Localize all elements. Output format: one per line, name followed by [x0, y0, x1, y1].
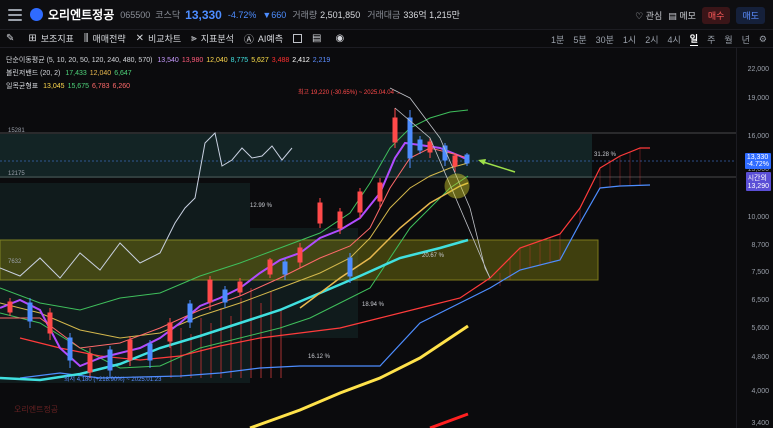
amount-label: 거래대금: [367, 10, 401, 20]
settings-icon[interactable]: ⚙: [759, 34, 767, 45]
volume-label: 거래량: [292, 10, 318, 20]
timeframe-6[interactable]: 일: [689, 32, 699, 46]
compare-label: 비교차트: [148, 34, 182, 44]
axis-tick: 6,500: [751, 297, 769, 304]
price-axis: 22,000 19,000 16,000 13,000 10,000 8,700 7,500…: [736, 48, 773, 428]
stock-price: 13,330: [185, 7, 222, 22]
cross-arrows-icon: ✕: [135, 33, 145, 44]
ai-label: AI예측: [257, 34, 283, 44]
level-label-15281: 15281: [8, 128, 25, 134]
stock-logo: [30, 8, 43, 21]
axis-tick: 4,800: [751, 354, 769, 361]
analysis-label: 지표분석: [200, 34, 234, 44]
memo-button[interactable]: ▤ 메모: [668, 9, 696, 22]
current-price-tag: 13,330 -4.72%: [744, 153, 771, 169]
watermark: 오리엔트정공: [14, 404, 58, 414]
interest-button[interactable]: ♡ 관심: [635, 9, 662, 22]
strategy-label: 매매전략: [92, 34, 126, 44]
analysis-button[interactable]: ⫸ 지표분석: [191, 32, 234, 45]
after-hours-label: 시간외: [747, 175, 767, 182]
axis-tick: 8,700: [751, 242, 769, 249]
volume-value: 2,501,850: [320, 9, 361, 20]
current-price-value: 13,330: [746, 154, 769, 161]
timeframe-2[interactable]: 30분: [596, 33, 614, 46]
price-chart[interactable]: 최고 19,220 (-30.65%) ~ 2025.04.04 → 최저 4,…: [0, 48, 737, 428]
layout-icon[interactable]: ▤: [312, 33, 325, 44]
change-abs: ▼660: [262, 9, 287, 20]
axis-tick: 16,000: [747, 133, 769, 140]
ai-icon: Ⓐ: [243, 35, 254, 46]
indicators-button[interactable]: ⊞ 보조지표: [28, 32, 74, 45]
axis-tick: 22,000: [747, 66, 769, 73]
pct-label-1894: 18.94 %: [362, 302, 385, 308]
compare-button[interactable]: ✕ 비교차트: [136, 32, 182, 45]
ma-120: [249, 324, 469, 428]
indicators-label: 보조지표: [40, 34, 74, 44]
axis-tick: 7,500: [751, 269, 769, 276]
timeframe-8[interactable]: 월: [724, 33, 732, 46]
bars-icon: ⫼: [83, 33, 89, 44]
pencil-icon[interactable]: ✎: [6, 33, 18, 44]
stock-market: 코스닥: [155, 10, 181, 20]
axis-tick: 3,400: [751, 420, 769, 427]
buy-button[interactable]: 매수: [701, 7, 731, 24]
resistance-zone: [0, 134, 592, 178]
camera-icon[interactable]: ◉: [335, 33, 348, 44]
low-annotation: 최저 4,180 (+218.90%) ~ 2025.01.23: [64, 375, 162, 383]
square-icon[interactable]: [293, 34, 302, 43]
memo-label: 메모: [679, 11, 696, 21]
timeframe-7[interactable]: 주: [707, 33, 715, 46]
interest-label: 관심: [645, 11, 663, 21]
timeframe-9[interactable]: 년: [742, 33, 750, 46]
timeframe-5[interactable]: 4시: [668, 33, 681, 46]
timeframe-3[interactable]: 1시: [623, 33, 636, 46]
change-pct: -4.72%: [227, 9, 257, 20]
pct-label-3128: 31.28 %: [594, 152, 617, 158]
after-hours-value: 13,290: [747, 183, 769, 190]
menu-icon[interactable]: [8, 8, 22, 21]
strategy-button[interactable]: ⫼ 매매전략: [84, 32, 126, 45]
axis-tick: 19,000: [747, 95, 769, 102]
pct-label-1612: 16.12 %: [308, 354, 331, 360]
after-hours-tag: 시간외 13,290: [745, 172, 771, 191]
level-label-7632: 7632: [8, 259, 22, 265]
timeframe-4[interactable]: 2시: [645, 33, 658, 46]
stock-name[interactable]: 오리엔트정공: [48, 6, 114, 23]
sliders-icon: ⊞: [28, 33, 37, 44]
amount-value: 336억 1,215만: [403, 10, 460, 20]
stock-code: 065500: [120, 9, 151, 20]
highlight-circle: [444, 173, 470, 199]
current-price-pct: -4.72%: [746, 161, 769, 168]
top-bar: 오리엔트정공 065500 코스닥 13,330 -4.72% ▼660 거래량…: [0, 0, 773, 30]
sell-button[interactable]: 매도: [736, 7, 765, 24]
timeframe-0[interactable]: 1분: [551, 33, 564, 46]
axis-tick: 5,600: [751, 325, 769, 332]
axis-tick: 4,000: [751, 388, 769, 395]
timeframe-selector: 1분 5분 30분 1시 2시 4시 일 주 월 년 ⚙: [551, 30, 767, 48]
ai-button[interactable]: Ⓐ AI예측: [244, 31, 283, 46]
level-label-12175: 12175: [8, 171, 25, 177]
ma-240: [429, 412, 469, 428]
candles-icon: ⫸: [191, 33, 197, 44]
axis-tick: 10,000: [747, 214, 769, 221]
pct-label-2067: 20.67 %: [422, 253, 445, 259]
timeframe-1[interactable]: 5분: [573, 33, 586, 46]
high-annotation: 최고 19,220 (-30.65%) ~ 2025.04.04 →: [298, 88, 402, 96]
pct-label-1299: 12.99 %: [250, 203, 273, 209]
